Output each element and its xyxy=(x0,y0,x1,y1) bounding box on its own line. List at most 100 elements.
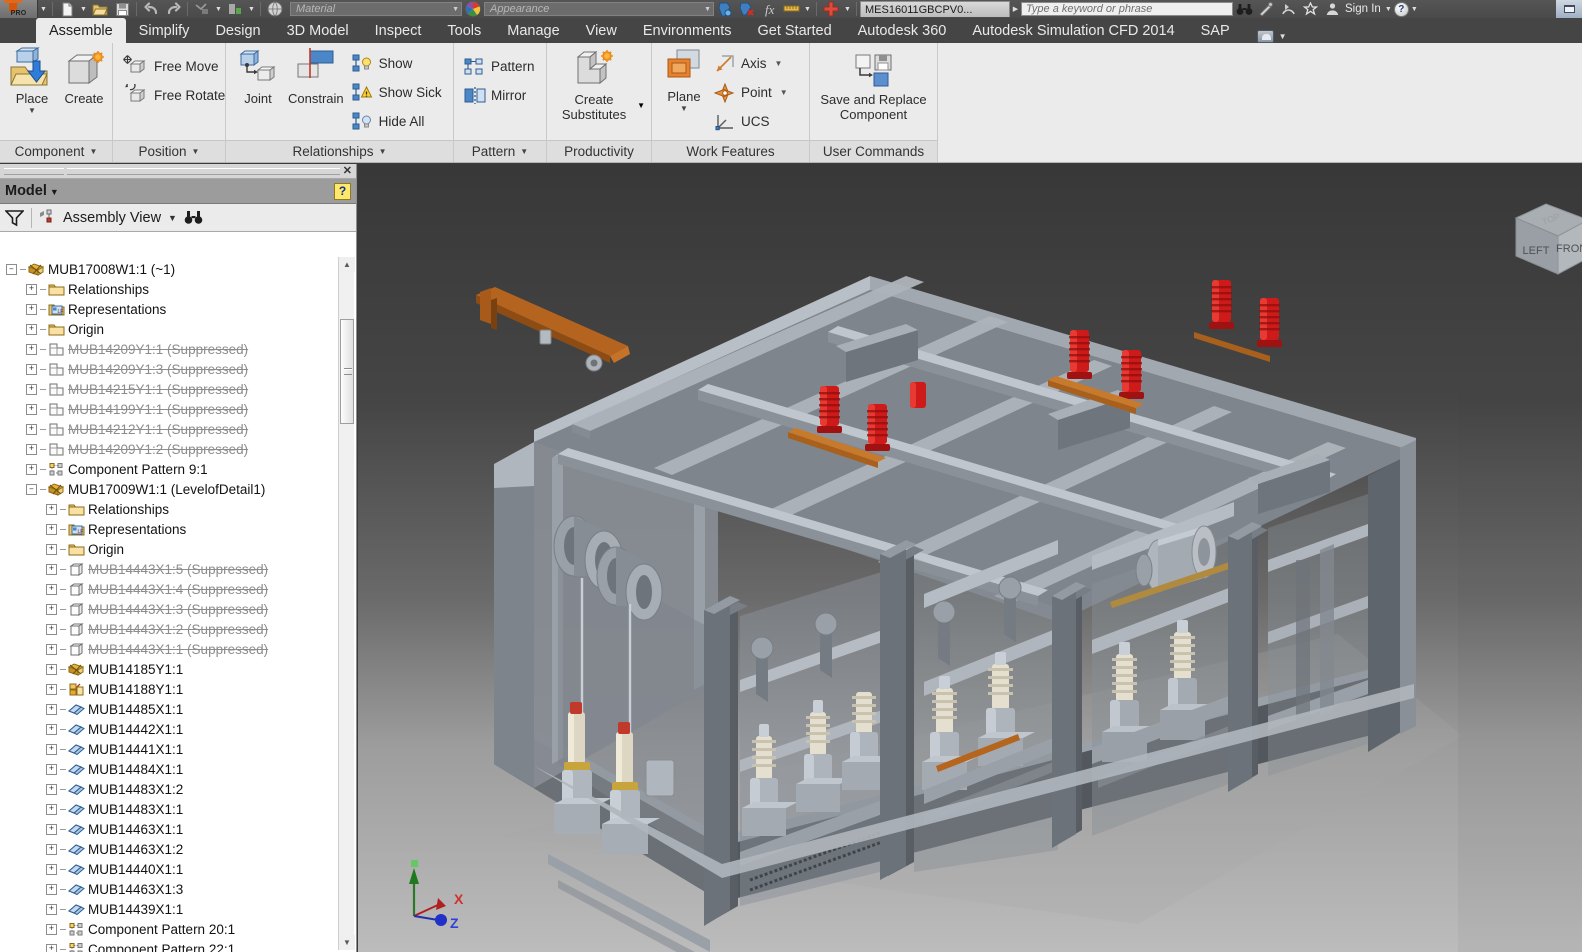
tree-item[interactable]: +Origin xyxy=(0,539,356,559)
expand-toggle-icon[interactable]: + xyxy=(46,684,57,695)
tree-item[interactable]: +MUB14199Y1:1 (Suppressed) xyxy=(0,399,356,419)
tree-item[interactable]: +Relationships xyxy=(0,499,356,519)
expand-toggle-icon[interactable]: + xyxy=(46,844,57,855)
tree-item[interactable]: +MUB14440X1:1 xyxy=(0,859,356,879)
panel-label-position[interactable]: Position ▼ xyxy=(113,140,225,162)
save-button[interactable] xyxy=(111,1,133,18)
ribbon-display-chevron-icon[interactable]: ▼ xyxy=(1274,32,1287,41)
app-menu-chevron-icon[interactable]: ▼ xyxy=(38,6,49,13)
mirror-button[interactable]: Mirror xyxy=(460,81,530,110)
measure-chevron-icon[interactable]: ▼ xyxy=(802,6,813,13)
sign-in-link[interactable]: Sign In xyxy=(1343,3,1383,15)
add-constraint-chevron-icon[interactable]: ▼ xyxy=(842,6,853,13)
place-component-button[interactable]: Place ▼ xyxy=(6,47,58,114)
expand-toggle-icon[interactable]: + xyxy=(26,404,37,415)
work-plane-chevron-icon[interactable]: ▼ xyxy=(680,105,688,112)
chevron-down-icon[interactable]: ▼ xyxy=(47,187,59,197)
appearance-combo[interactable]: Appearance ▼ xyxy=(484,2,714,16)
expand-toggle-icon[interactable]: + xyxy=(46,584,57,595)
tab-inspect[interactable]: Inspect xyxy=(362,18,435,43)
help-icon[interactable]: ? xyxy=(1394,2,1409,17)
hide-all-button[interactable]: Hide All xyxy=(348,107,446,136)
add-constraint-button[interactable] xyxy=(820,1,842,18)
help-topics-button[interactable] xyxy=(1255,1,1277,18)
expand-toggle-icon[interactable]: + xyxy=(46,644,57,655)
browser-title-bar[interactable]: Model▼ ? xyxy=(0,179,356,204)
tree-item[interactable]: +MUB14209Y1:3 (Suppressed) xyxy=(0,359,356,379)
work-axis-button[interactable]: Axis ▼ xyxy=(710,49,792,78)
help-chevron-icon[interactable]: ▼ xyxy=(1409,6,1420,13)
tree-item[interactable]: –MUB17009W1:1 (LevelofDetail1) xyxy=(0,479,356,499)
redo-button[interactable] xyxy=(162,1,184,18)
tree-item[interactable]: +MUB14185Y1:1 xyxy=(0,659,356,679)
tab-get-started[interactable]: Get Started xyxy=(744,18,844,43)
select-filter-chevron-icon[interactable]: ▼ xyxy=(213,6,224,13)
expand-toggle-icon[interactable]: + xyxy=(46,624,57,635)
viewcube[interactable]: LEFT FRONT TOP xyxy=(1502,186,1582,282)
expand-toggle-icon[interactable]: + xyxy=(46,764,57,775)
help-icon[interactable]: ? xyxy=(334,183,351,200)
assembly-view-label[interactable]: Assembly View xyxy=(63,210,161,226)
tree-item[interactable]: +MUB14485X1:1 xyxy=(0,699,356,719)
expand-toggle-icon[interactable]: + xyxy=(46,864,57,875)
tab-environments[interactable]: Environments xyxy=(630,18,745,43)
tree-scrollbar[interactable]: ▲ ▼ xyxy=(338,257,354,950)
tab-assemble[interactable]: Assemble xyxy=(36,18,126,43)
tree-item[interactable]: +Component Pattern 9:1 xyxy=(0,459,356,479)
user-avatar-icon[interactable] xyxy=(1321,1,1343,18)
panel-label-relationships[interactable]: Relationships ▼ xyxy=(226,140,453,162)
save-and-replace-component-button[interactable]: Save and Replace Component xyxy=(816,47,931,122)
tree-item[interactable]: +MUB14463X1:1 xyxy=(0,819,356,839)
expand-toggle-icon[interactable]: + xyxy=(26,344,37,355)
scroll-down-arrow-icon[interactable]: ▼ xyxy=(339,935,355,950)
autodesk-account-button[interactable] xyxy=(1277,1,1299,18)
expand-toggle-icon[interactable]: + xyxy=(46,924,57,935)
expand-toggle-icon[interactable]: + xyxy=(26,324,37,335)
scrollbar-thumb[interactable] xyxy=(340,319,354,424)
tree-item[interactable]: +MUB14209Y1:1 (Suppressed) xyxy=(0,339,356,359)
tab-autodesk-360[interactable]: Autodesk 360 xyxy=(845,18,960,43)
tab-tools[interactable]: Tools xyxy=(434,18,494,43)
adjust-appearance-button[interactable] xyxy=(714,1,736,18)
tree-item[interactable]: +MUB14215Y1:1 (Suppressed) xyxy=(0,379,356,399)
expand-toggle-icon[interactable]: + xyxy=(26,364,37,375)
tree-item[interactable]: +Component Pattern 20:1 xyxy=(0,919,356,939)
tree-item[interactable]: +MUB14443X1:1 (Suppressed) xyxy=(0,639,356,659)
model-browser-tree[interactable]: –MUB17008W1:1 (~1)+Relationships+LFRepre… xyxy=(0,257,356,952)
collapse-toggle-icon[interactable]: – xyxy=(6,264,17,275)
close-icon[interactable]: ✕ xyxy=(343,166,352,176)
tab-simplify[interactable]: Simplify xyxy=(126,18,203,43)
expand-toggle-icon[interactable]: + xyxy=(46,804,57,815)
expand-toggle-icon[interactable]: + xyxy=(26,304,37,315)
tree-item[interactable]: +MUB14188Y1:1 xyxy=(0,679,356,699)
tree-item[interactable]: +Origin xyxy=(0,319,356,339)
expand-toggle-icon[interactable]: + xyxy=(46,904,57,915)
tab-view[interactable]: View xyxy=(573,18,630,43)
tree-item[interactable]: +LFRepresentations xyxy=(0,299,356,319)
expand-toggle-icon[interactable]: + xyxy=(26,444,37,455)
search-binoculars-icon[interactable] xyxy=(1233,1,1255,18)
restore-window-button[interactable] xyxy=(1556,2,1582,17)
measure-button[interactable] xyxy=(780,1,802,18)
tree-item[interactable]: +MUB14442X1:1 xyxy=(0,719,356,739)
constrain-button[interactable]: Constrain xyxy=(284,47,348,106)
panel-label-pattern[interactable]: Pattern ▼ xyxy=(454,140,546,162)
tab-autodesk-simulation-cfd[interactable]: Autodesk Simulation CFD 2014 xyxy=(959,18,1187,43)
favorites-star-icon[interactable] xyxy=(1299,1,1321,18)
tab-3d-model[interactable]: 3D Model xyxy=(274,18,362,43)
browser-drag-bar[interactable]: ✕ xyxy=(0,164,356,179)
expand-toggle-icon[interactable]: + xyxy=(46,824,57,835)
tree-item[interactable]: +MUB14463X1:2 xyxy=(0,839,356,859)
tree-item[interactable]: +MUB14484X1:1 xyxy=(0,759,356,779)
expand-toggle-icon[interactable]: + xyxy=(46,664,57,675)
scroll-up-arrow-icon[interactable]: ▲ xyxy=(339,257,355,272)
tree-item[interactable]: +MUB14439X1:1 xyxy=(0,899,356,919)
expand-toggle-icon[interactable]: + xyxy=(46,704,57,715)
work-point-chevron-icon[interactable]: ▼ xyxy=(777,88,788,97)
work-point-button[interactable]: Point ▼ xyxy=(710,78,792,107)
sign-in-chevron-icon[interactable]: ▼ xyxy=(1383,6,1394,13)
panel-label-component[interactable]: Component ▼ xyxy=(0,140,112,162)
tab-design[interactable]: Design xyxy=(202,18,273,43)
ribbon-display-icon[interactable] xyxy=(1257,30,1274,43)
work-plane-button[interactable]: Plane ▼ xyxy=(658,47,710,112)
